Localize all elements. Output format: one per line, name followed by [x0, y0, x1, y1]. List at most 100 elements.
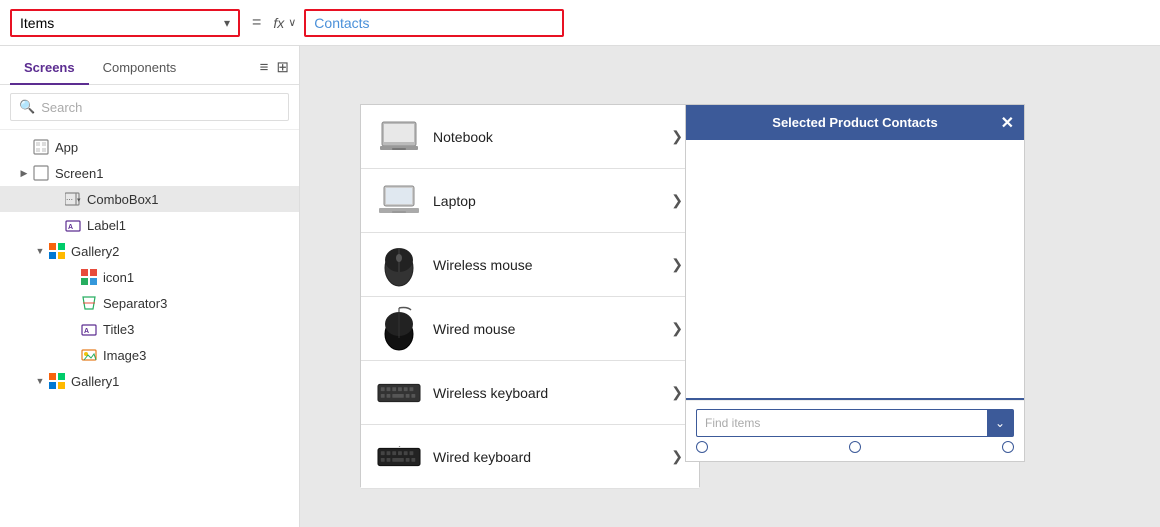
- title3-icon: A: [80, 320, 98, 338]
- find-items-input-box[interactable]: Find items ⌄: [696, 409, 1014, 437]
- wireless-keyboard-label: Wireless keyboard: [433, 385, 671, 401]
- tree-label-gallery2: Gallery2: [71, 244, 291, 259]
- items-property-label: Items: [20, 15, 54, 31]
- notebook-label: Notebook: [433, 129, 671, 145]
- gallery-item-wired-mouse[interactable]: Wired mouse ❯: [361, 297, 699, 361]
- find-items-button[interactable]: ⌄: [987, 410, 1013, 436]
- tab-screens[interactable]: Screens: [10, 54, 89, 85]
- items-property-box[interactable]: Items ▾: [10, 9, 240, 37]
- wired-mouse-chevron: ❯: [671, 320, 683, 337]
- sidebar-tabs: Screens Components ≡ ⊞: [0, 46, 299, 85]
- tab-components[interactable]: Components: [89, 54, 191, 85]
- resize-handle-center[interactable]: [849, 441, 861, 453]
- selected-panel-body: [686, 140, 1024, 400]
- tree-label-combobox1: ComboBox1: [87, 192, 291, 207]
- tree-label-app: App: [55, 140, 291, 155]
- screen-icon: [32, 164, 50, 182]
- sidebar-tab-group: Screens Components: [10, 54, 190, 84]
- wired-keyboard-chevron: ❯: [671, 448, 683, 465]
- sidebar-view-icons: ≡ ⊞: [260, 58, 289, 80]
- tree-item-title3[interactable]: A Title3: [0, 316, 299, 342]
- equals-sign: =: [248, 14, 265, 32]
- gallery-item-wired-keyboard[interactable]: Wired keyboard ❯: [361, 425, 699, 489]
- list-view-icon[interactable]: ≡: [260, 59, 269, 76]
- canvas-area: Notebook ❯ Laptop ❯: [300, 46, 1160, 527]
- selected-panel-title: Selected Product Contacts: [772, 115, 937, 130]
- fx-chevron[interactable]: ∨: [288, 16, 296, 29]
- label1-icon: A: [64, 216, 82, 234]
- selected-panel-footer: Find items ⌄: [686, 400, 1024, 461]
- search-icon: 🔍: [19, 99, 35, 115]
- gallery2-icon: [48, 242, 66, 260]
- separator3-icon: [80, 294, 98, 312]
- app-icon: [32, 138, 50, 156]
- icon1-icon: [80, 268, 98, 286]
- tree-item-screen1[interactable]: ▶ Screen1: [0, 160, 299, 186]
- wireless-keyboard-chevron: ❯: [671, 384, 683, 401]
- tree-label-separator3: Separator3: [103, 296, 291, 311]
- wired-mouse-label: Wired mouse: [433, 321, 671, 337]
- gallery1-icon: [48, 372, 66, 390]
- tree-label-label1: Label1: [87, 218, 291, 233]
- svg-text:A: A: [68, 224, 73, 231]
- tree-label-image3: Image3: [103, 348, 291, 363]
- sidebar: Screens Components ≡ ⊞ 🔍 Search App: [0, 46, 300, 527]
- fx-label: fx: [273, 15, 284, 31]
- tree-arrow-gallery1[interactable]: ▼: [32, 376, 48, 386]
- laptop-label: Laptop: [433, 193, 671, 209]
- fx-indicator: fx ∨: [273, 15, 296, 31]
- gallery-item-notebook[interactable]: Notebook ❯: [361, 105, 699, 169]
- laptop-chevron: ❯: [671, 192, 683, 209]
- find-items-chevron: ⌄: [995, 416, 1005, 430]
- gallery-item-laptop[interactable]: Laptop ❯: [361, 169, 699, 233]
- search-input-box[interactable]: 🔍 Search: [10, 93, 289, 121]
- wireless-mouse-image: [377, 243, 421, 287]
- tree-item-icon1[interactable]: icon1: [0, 264, 299, 290]
- wired-mouse-image: [377, 307, 421, 351]
- combobox-icon: ⋯▾: [64, 190, 82, 208]
- resize-handles: [696, 437, 1014, 453]
- items-dropdown-arrow[interactable]: ▾: [224, 16, 230, 30]
- main-layout: Screens Components ≡ ⊞ 🔍 Search App: [0, 46, 1160, 527]
- notebook-chevron: ❯: [671, 128, 683, 145]
- tree-item-image3[interactable]: Image3: [0, 342, 299, 368]
- close-icon[interactable]: ✕: [1001, 113, 1014, 133]
- tree-arrow-gallery2[interactable]: ▼: [32, 246, 48, 256]
- wired-keyboard-label: Wired keyboard: [433, 449, 671, 465]
- tree-item-gallery2[interactable]: ▼ Gallery2: [0, 238, 299, 264]
- grid-view-icon[interactable]: ⊞: [276, 58, 289, 76]
- svg-text:▾: ▾: [77, 197, 81, 204]
- resize-handle-right[interactable]: [1002, 441, 1014, 453]
- tree-view: App ▶ Screen1 ⋯▾ ComboBox1: [0, 130, 299, 527]
- formula-value: Contacts: [314, 15, 369, 31]
- tree-label-title3: Title3: [103, 322, 291, 337]
- tree-label-icon1: icon1: [103, 270, 291, 285]
- wireless-keyboard-image: [377, 371, 421, 415]
- tree-item-combobox1[interactable]: ⋯▾ ComboBox1: [0, 186, 299, 212]
- tree-item-separator3[interactable]: Separator3: [0, 290, 299, 316]
- notebook-image: [377, 115, 421, 159]
- selected-panel-header: Selected Product Contacts ✕: [686, 105, 1024, 140]
- laptop-image: [377, 179, 421, 223]
- image3-icon: [80, 346, 98, 364]
- tree-item-gallery1[interactable]: ▼ Gallery1: [0, 368, 299, 394]
- wireless-mouse-label: Wireless mouse: [433, 257, 671, 273]
- formula-box[interactable]: Contacts: [304, 9, 564, 37]
- tree-arrow-screen1[interactable]: ▶: [16, 168, 32, 179]
- selected-product-panel: Selected Product Contacts ✕ Find items ⌄: [685, 104, 1025, 462]
- svg-text:⋯: ⋯: [66, 197, 73, 204]
- gallery-item-wireless-keyboard[interactable]: Wireless keyboard ❯: [361, 361, 699, 425]
- product-gallery-list: Notebook ❯ Laptop ❯: [360, 104, 700, 487]
- toolbar: Items ▾ = fx ∨ Contacts: [0, 0, 1160, 46]
- gallery-item-wireless-mouse[interactable]: Wireless mouse ❯: [361, 233, 699, 297]
- tree-item-app[interactable]: App: [0, 134, 299, 160]
- resize-handle-left[interactable]: [696, 441, 708, 453]
- wireless-mouse-chevron: ❯: [671, 256, 683, 273]
- tree-item-label1[interactable]: A Label1: [0, 212, 299, 238]
- search-placeholder: Search: [41, 100, 82, 115]
- find-items-placeholder: Find items: [697, 410, 987, 436]
- sidebar-search-area: 🔍 Search: [0, 85, 299, 130]
- tree-label-gallery1: Gallery1: [71, 374, 291, 389]
- tree-label-screen1: Screen1: [55, 166, 291, 181]
- wired-keyboard-image: [377, 435, 421, 479]
